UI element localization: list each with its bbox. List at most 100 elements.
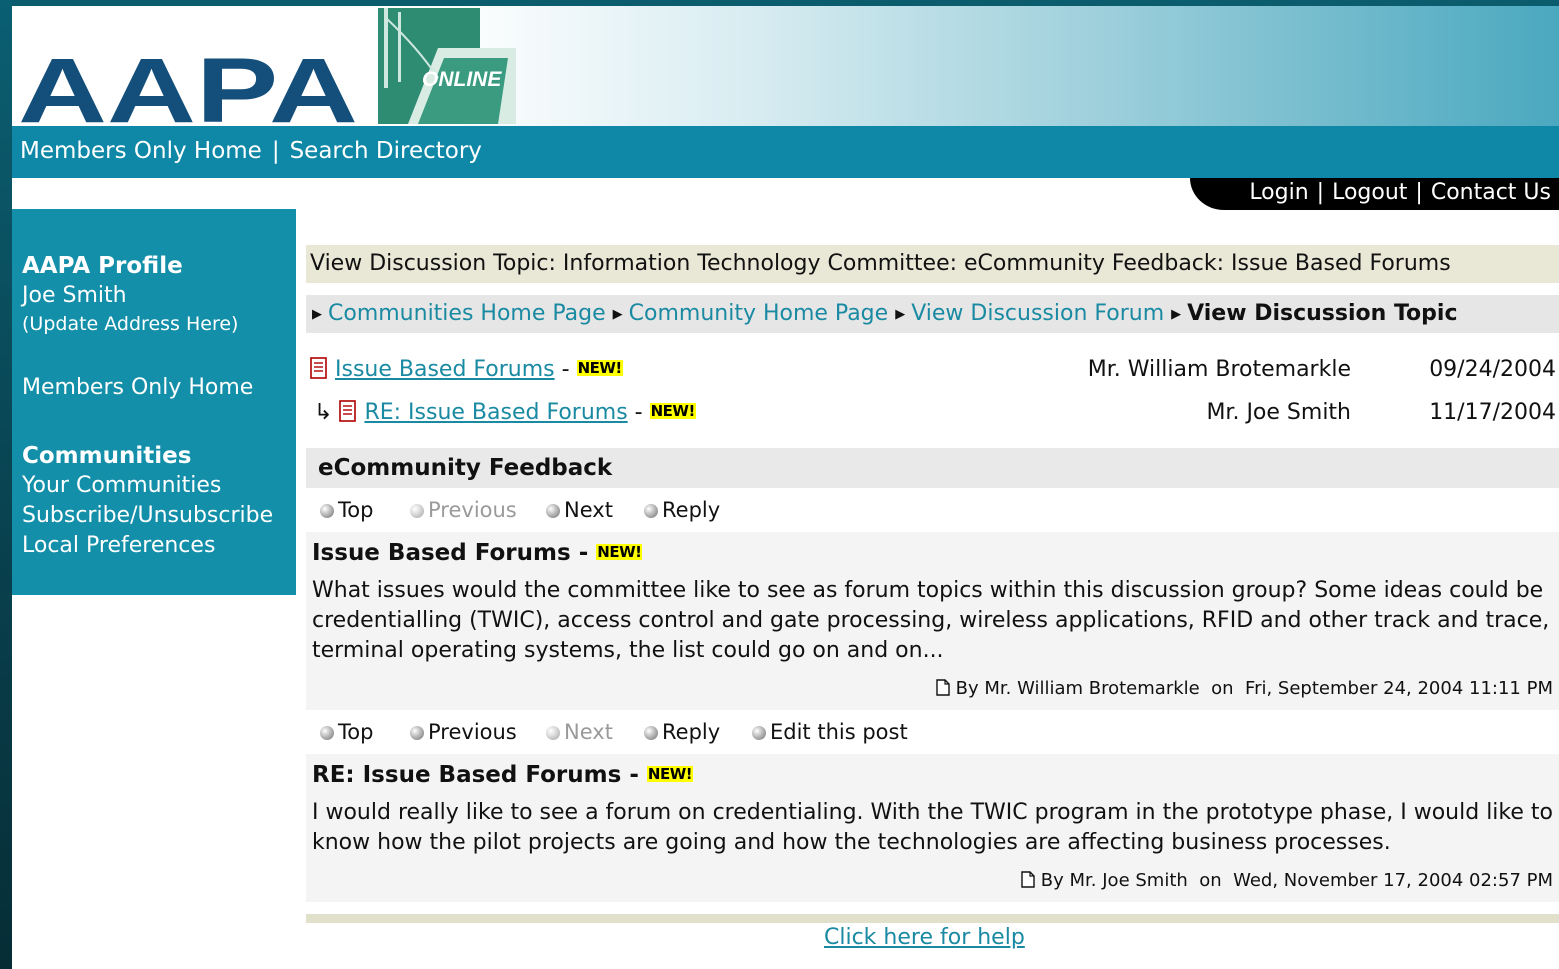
action-label: Next	[564, 720, 613, 744]
new-badge: NEW!	[646, 765, 694, 783]
online-badge-logo[interactable]: ONLINE	[378, 8, 516, 124]
breadcrumb-community-home[interactable]: Community Home Page	[629, 301, 889, 326]
reply-arrow-icon: ↳	[314, 400, 333, 425]
thread-date: 09/24/2004	[1429, 357, 1556, 382]
bullet-icon	[546, 504, 560, 518]
post-body: What issues would the committee like to …	[312, 578, 1550, 663]
bullet-icon	[546, 726, 560, 740]
section-title: eCommunity Feedback	[306, 448, 1559, 488]
action-previous: Previous	[410, 488, 517, 532]
account-bar: Login | Logout | Contact Us	[1190, 178, 1559, 210]
new-badge: NEW!	[576, 359, 623, 377]
action-label: Top	[338, 720, 374, 744]
page-icon	[935, 679, 950, 696]
action-label: Next	[564, 498, 613, 522]
action-top[interactable]: Top	[320, 710, 373, 754]
new-badge: NEW!	[596, 543, 643, 561]
divider	[306, 914, 1559, 923]
bullet-icon	[320, 504, 334, 518]
svg-text:AAPA: AAPA	[18, 58, 358, 124]
action-reply[interactable]: Reply	[644, 710, 720, 754]
thread-author: Mr. William Brotemarkle	[1087, 357, 1351, 382]
post-title: RE: Issue Based Forums - NEW!	[312, 762, 694, 788]
breadcrumb-view-discussion-forum[interactable]: View Discussion Forum	[911, 301, 1164, 326]
action-edit-post[interactable]: Edit this post	[752, 710, 908, 754]
action-label: Top	[338, 498, 374, 522]
communities-section: Communities Your Communities Subscribe/U…	[22, 441, 273, 561]
breadcrumb-arrow-icon: ▶	[312, 307, 322, 322]
contact-us-link[interactable]: Contact Us	[1431, 180, 1551, 205]
post-actions-bar: Top Previous Next Reply	[306, 488, 1559, 532]
svg-text:ONLINE: ONLINE	[422, 68, 502, 91]
sidebar-subscribe-unsubscribe[interactable]: Subscribe/Unsubscribe	[22, 501, 273, 531]
dash: -	[629, 762, 639, 788]
post-title: Issue Based Forums - NEW!	[312, 540, 643, 566]
top-nav-bar: Members Only Home | Search Directory	[12, 126, 1559, 178]
document-icon	[310, 357, 327, 379]
login-link[interactable]: Login	[1249, 180, 1308, 205]
profile-section: AAPA Profile Joe Smith (Update Address H…	[22, 251, 238, 337]
action-previous[interactable]: Previous	[410, 710, 517, 754]
communities-heading[interactable]: Communities	[22, 441, 273, 471]
thread-date: 11/17/2004	[1429, 400, 1556, 425]
breadcrumb-arrow-icon: ▶	[895, 307, 906, 322]
post-title-text: Issue Based Forums	[312, 540, 571, 566]
action-top[interactable]: Top	[320, 488, 373, 532]
update-address-link[interactable]: (Update Address Here)	[22, 311, 238, 337]
breadcrumb-communities-home[interactable]: Communities Home Page	[328, 301, 606, 326]
action-label: Edit this post	[770, 720, 908, 744]
post-actions-bar: Top Previous Next Reply Edit this post	[306, 710, 1559, 754]
user-name: Joe Smith	[22, 283, 127, 308]
members-home-section: Members Only Home	[22, 373, 253, 403]
dash: -	[634, 400, 643, 425]
post-meta: By Mr. Joe Smith on Wed, November 17, 20…	[1021, 870, 1553, 891]
post: Issue Based Forums - NEW! What issues wo…	[306, 532, 1559, 710]
action-label: Reply	[662, 498, 721, 522]
aapa-logo[interactable]: AAPA	[18, 58, 360, 124]
help-link[interactable]: Click here for help	[824, 925, 1025, 950]
bullet-icon	[644, 726, 658, 740]
nav-separator: |	[271, 138, 280, 164]
breadcrumb-arrow-icon: ▶	[1171, 307, 1182, 322]
post-meta-text: By Mr. Joe Smith on Wed, November 17, 20…	[1040, 870, 1553, 891]
thread-author: Mr. Joe Smith	[1206, 400, 1351, 425]
post-title-text: RE: Issue Based Forums	[312, 762, 622, 788]
post-meta: By Mr. William Brotemarkle on Fri, Septe…	[935, 678, 1553, 699]
action-reply[interactable]: Reply	[644, 488, 720, 532]
nav-search-directory[interactable]: Search Directory	[290, 138, 482, 164]
thread-row: ↳ RE: Issue Based Forums - NEW! Mr. Joe …	[306, 395, 1559, 431]
post: RE: Issue Based Forums - NEW! I would re…	[306, 754, 1559, 902]
profile-heading[interactable]: AAPA Profile	[22, 251, 238, 281]
document-icon	[339, 400, 357, 422]
post-meta-text: By Mr. William Brotemarkle on Fri, Septe…	[955, 678, 1553, 699]
action-next[interactable]: Next	[546, 488, 613, 532]
action-label: Previous	[428, 498, 517, 522]
account-separator: |	[1415, 180, 1423, 205]
thread-row: Issue Based Forums - NEW! Mr. William Br…	[306, 352, 1559, 388]
breadcrumb: ▶ Communities Home Page ▶ Community Home P…	[306, 295, 1559, 333]
post-body: I would really like to see a forum on cr…	[312, 800, 1553, 855]
thread-link-issue-based-forums[interactable]: Issue Based Forums	[335, 357, 555, 382]
breadcrumb-current: View Discussion Topic	[1187, 301, 1458, 326]
account-separator: |	[1316, 180, 1325, 205]
sidebar-your-communities[interactable]: Your Communities	[22, 471, 273, 501]
sidebar-local-preferences[interactable]: Local Preferences	[22, 531, 273, 561]
bullet-icon	[410, 504, 424, 518]
sidebar-members-only-home[interactable]: Members Only Home	[22, 373, 253, 403]
bullet-icon	[752, 726, 766, 740]
window-left-frame	[0, 0, 12, 969]
bullet-icon	[410, 726, 424, 740]
thread-link-re-issue-based-forums[interactable]: RE: Issue Based Forums	[364, 400, 627, 425]
dash: -	[578, 540, 589, 566]
action-label: Previous	[428, 720, 517, 744]
action-label: Reply	[662, 720, 721, 744]
dash: -	[561, 357, 570, 382]
bullet-icon	[320, 726, 334, 740]
logout-link[interactable]: Logout	[1332, 180, 1407, 205]
bullet-icon	[644, 504, 658, 518]
page-icon	[1021, 871, 1035, 888]
new-badge: NEW!	[649, 402, 696, 420]
action-next: Next	[546, 710, 613, 754]
topic-header: View Discussion Topic: Information Techn…	[306, 245, 1559, 283]
nav-members-only-home[interactable]: Members Only Home	[20, 138, 262, 164]
